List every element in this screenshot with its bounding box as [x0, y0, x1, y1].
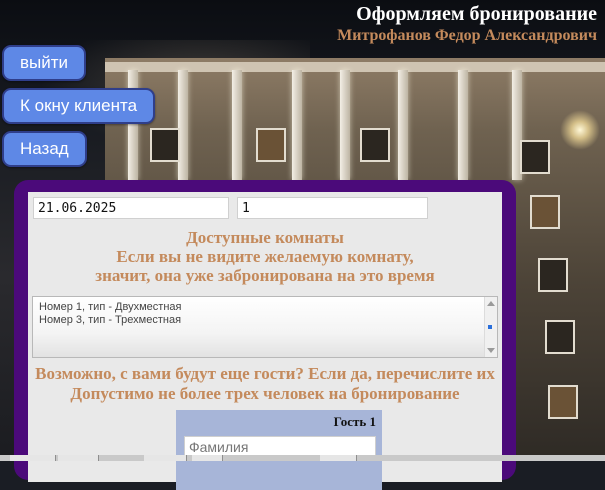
- guest-block: Гость 1 Фамилия: [176, 410, 382, 490]
- nights-input[interactable]: 1: [237, 197, 428, 219]
- booking-panel: 21.06.2025 1 Доступные комнаты Если вы н…: [14, 180, 516, 490]
- available-rooms-note: Если вы не видите желаемую комнату,: [116, 247, 414, 266]
- column: [232, 70, 242, 180]
- page-header: Оформляем бронирование Митрофанов Федор …: [337, 2, 597, 46]
- column: [178, 70, 188, 180]
- list-item[interactable]: Номер 3, тип - Трехместная: [33, 314, 497, 327]
- window: [538, 258, 568, 292]
- page-title: Оформляем бронирование: [356, 3, 597, 25]
- logout-button[interactable]: выйти: [2, 45, 87, 81]
- guest-title: Гость 1: [333, 414, 376, 429]
- window: [545, 320, 575, 354]
- column: [340, 70, 350, 180]
- booking-form: 21.06.2025 1 Доступные комнаты Если вы н…: [28, 192, 502, 490]
- taskbar-item[interactable]: [144, 455, 187, 461]
- user-name: Митрофанов Федор Александрович: [337, 27, 597, 44]
- column: [292, 70, 302, 180]
- taskbar-item[interactable]: [58, 455, 99, 461]
- column: [128, 70, 138, 180]
- street-lamp-glow: [560, 110, 600, 150]
- window: [256, 128, 286, 162]
- window: [530, 195, 560, 229]
- chevron-down-icon[interactable]: [487, 348, 495, 353]
- column: [398, 70, 408, 180]
- guests-limit-note: Допустимо не более трех человек на брони…: [70, 384, 460, 403]
- column: [458, 70, 468, 180]
- client-window-button[interactable]: К окну клиента: [2, 88, 156, 124]
- chevron-up-icon[interactable]: [487, 301, 495, 306]
- listbox-scrollbar[interactable]: [484, 297, 497, 357]
- taskbar-item[interactable]: [192, 455, 223, 461]
- list-item[interactable]: Номер 1, тип - Двухместная: [33, 301, 497, 314]
- date-input[interactable]: 21.06.2025: [33, 197, 229, 219]
- window: [360, 128, 390, 162]
- taskbar-item[interactable]: [10, 455, 56, 461]
- available-rooms-note-2: значит, она уже забронирована на это вре…: [95, 266, 435, 285]
- scroll-thumb[interactable]: [488, 325, 492, 329]
- taskbar-item[interactable]: [320, 455, 357, 461]
- extra-guests-heading: Возможно, с вами будут еще гости? Если д…: [35, 364, 495, 383]
- window: [150, 128, 180, 162]
- taskbar: [0, 455, 605, 461]
- window: [520, 140, 550, 174]
- window: [548, 385, 578, 419]
- available-rooms-heading: Доступные комнаты: [186, 228, 344, 247]
- back-button[interactable]: Назад: [2, 131, 87, 167]
- rooms-listbox[interactable]: Номер 1, тип - Двухместная Номер 3, тип …: [32, 296, 498, 358]
